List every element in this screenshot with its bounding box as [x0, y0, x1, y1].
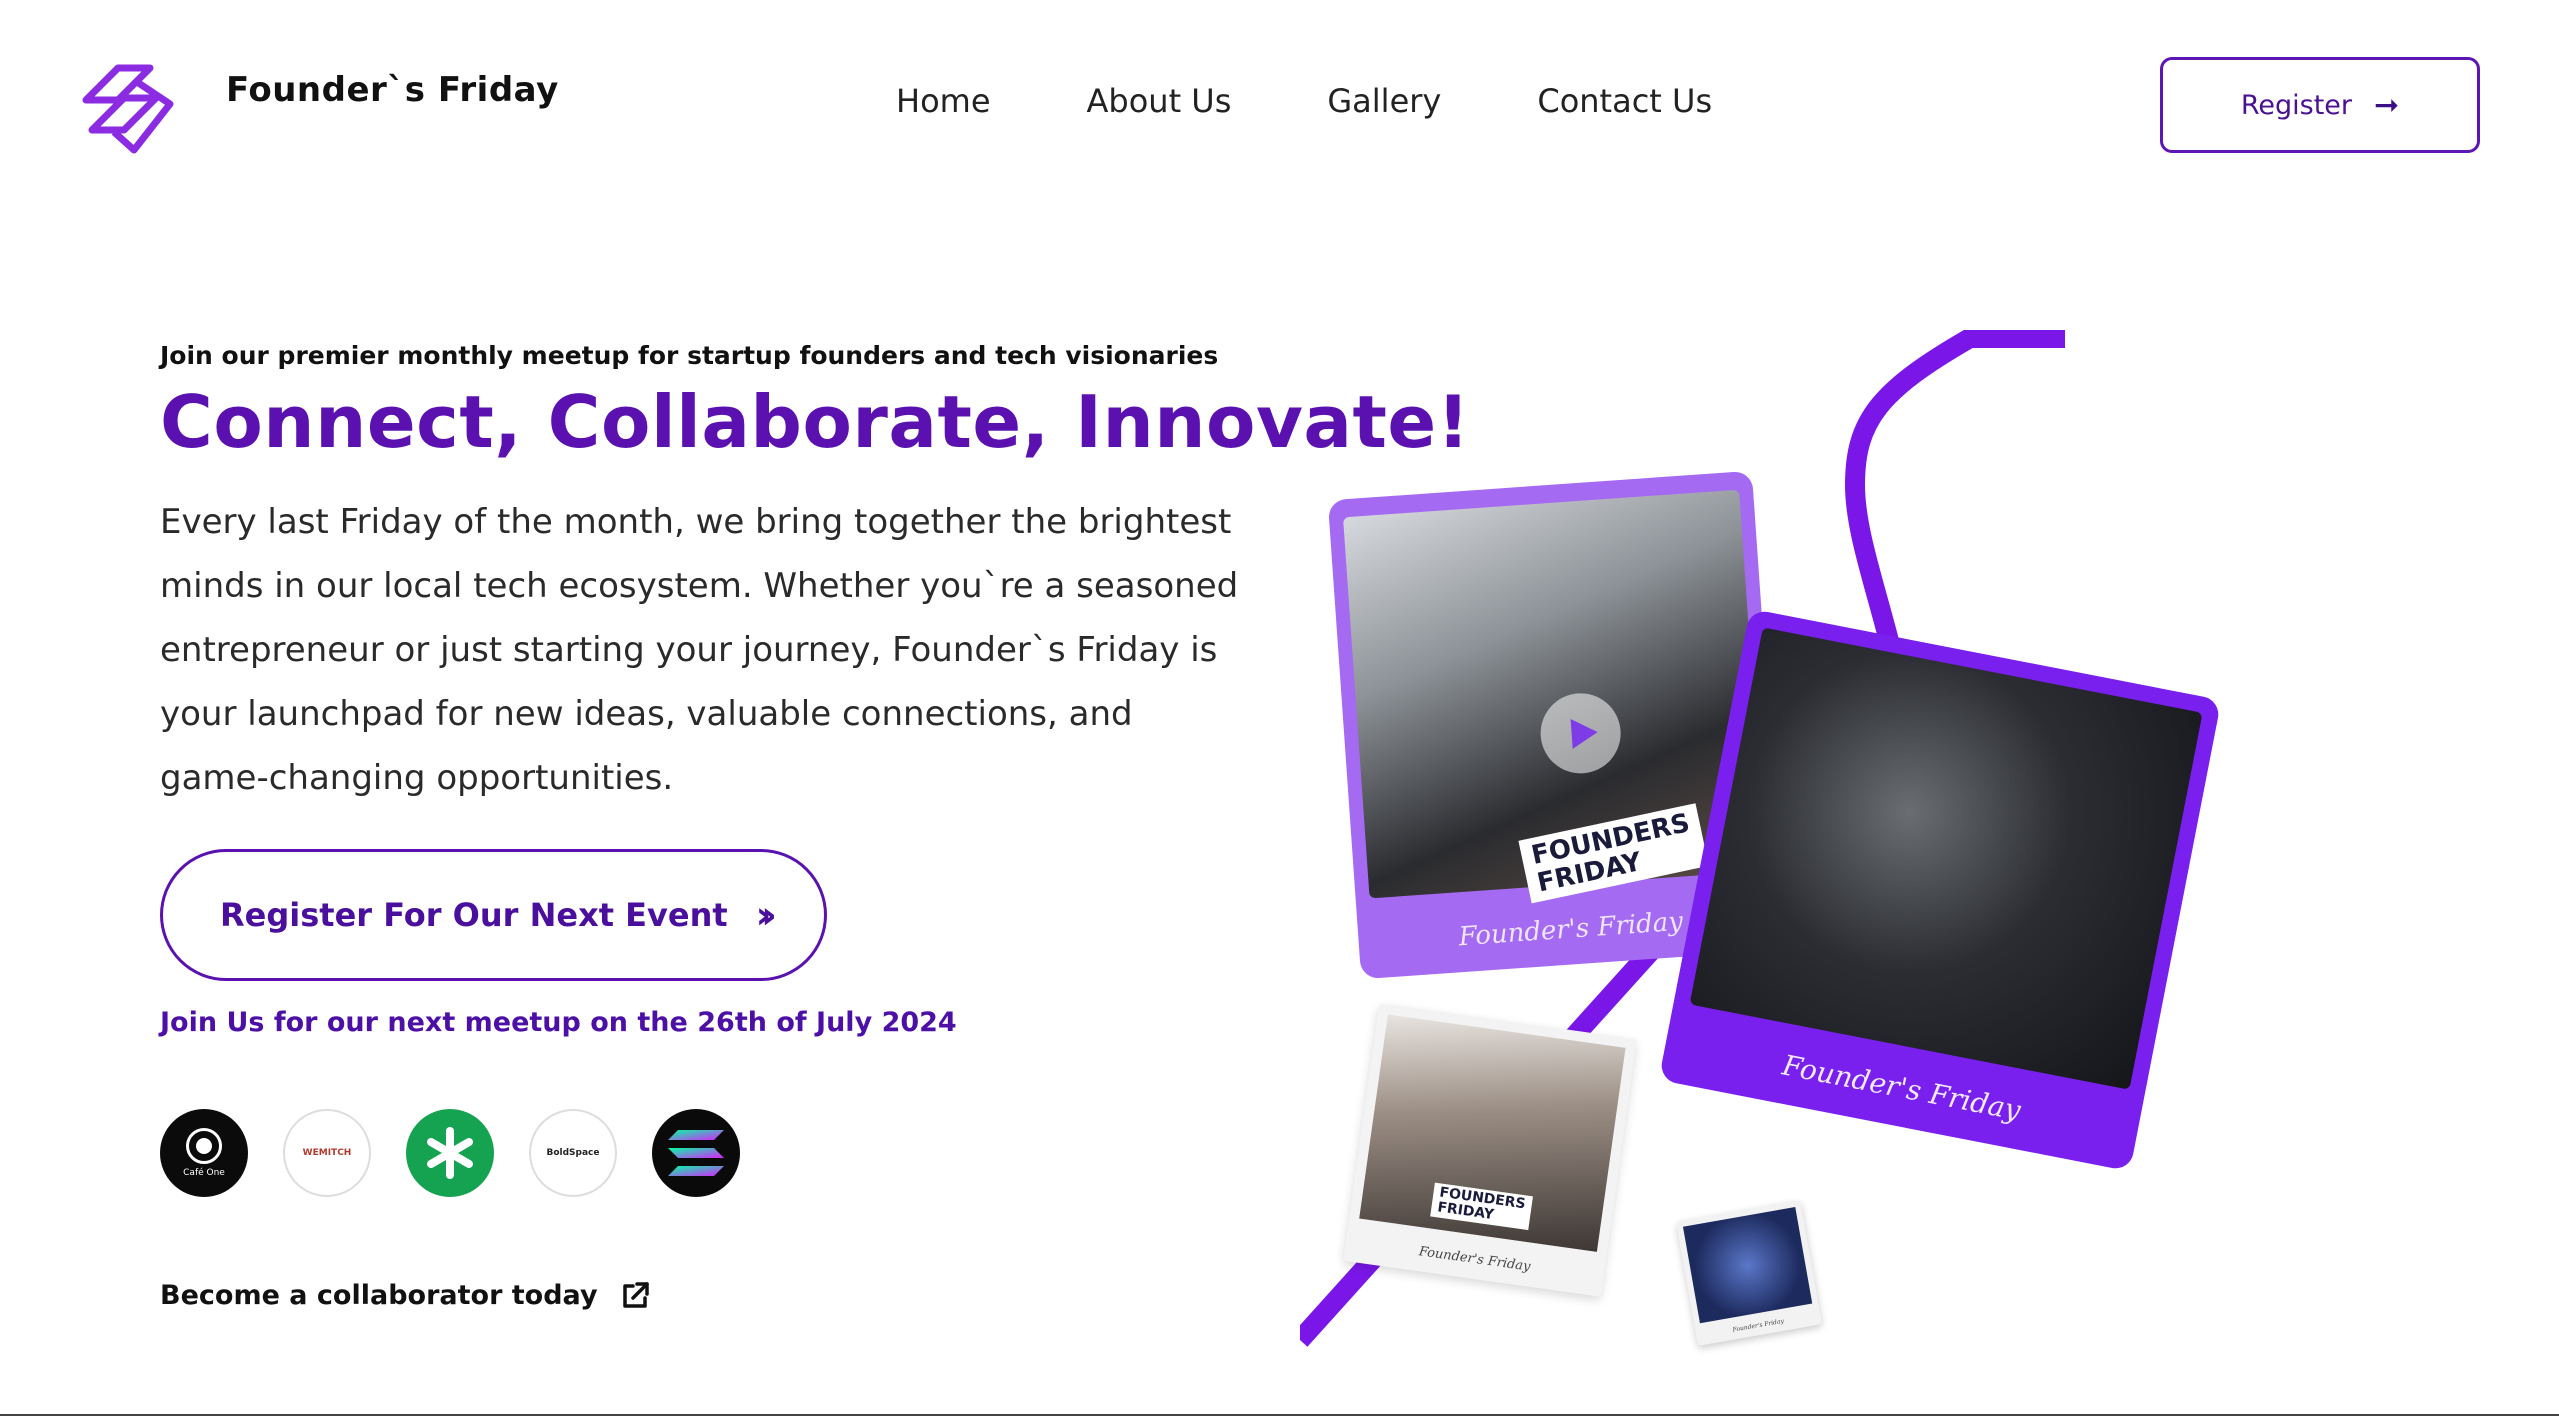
partner-logo-green-asterisk[interactable] — [406, 1109, 494, 1197]
venue-photo — [1682, 1206, 1813, 1324]
asterisk-icon — [427, 1127, 473, 1179]
double-chevron-right-icon: ›› — [755, 893, 778, 937]
gallery-photo-audience[interactable]: FOUNDERS FRIDAY Founder's Friday — [1343, 1003, 1637, 1297]
partner-logo-cafe-one[interactable]: Café One — [160, 1109, 248, 1197]
arrow-right-icon: ➞ — [2374, 87, 2400, 123]
partner-logo-boldspace[interactable]: BoldSpace — [529, 1109, 617, 1197]
group-photo — [1689, 627, 2203, 1090]
main-nav: Home About Us Gallery Contact Us — [896, 82, 1808, 120]
hero-headline: Connect, Collaborate, Innovate! — [160, 380, 1471, 464]
partner-logo-wemitch[interactable]: WEMITCH — [283, 1109, 371, 1197]
register-button[interactable]: Register ➞ — [2160, 57, 2480, 153]
gallery-photo-group[interactable]: Founder's Friday — [1658, 608, 2222, 1172]
partner-logo-solana[interactable] — [652, 1109, 740, 1197]
collab-label: Become a collaborator today — [160, 1280, 598, 1311]
founders-friday-logo[interactable] — [74, 52, 186, 158]
solana-icon — [668, 1130, 724, 1176]
external-link-icon — [622, 1281, 649, 1308]
nav-home[interactable]: Home — [896, 82, 991, 120]
next-meetup-date: Join Us for our next meetup on the 26th … — [160, 1007, 957, 1038]
partner-name: Café One — [183, 1168, 225, 1178]
gallery-collage: FOUNDERS FRIDAY Founder's Friday FOUNDER… — [1300, 330, 2222, 1390]
section-divider — [0, 1414, 2559, 1416]
nav-about-us[interactable]: About Us — [1087, 82, 1232, 120]
cafe-one-mark-icon — [186, 1128, 222, 1164]
become-collaborator-link[interactable]: Become a collaborator today — [160, 1280, 650, 1311]
brand-name[interactable]: Founder`s Friday — [226, 70, 559, 110]
partner-name: WEMITCH — [302, 1148, 352, 1158]
hero-eyebrow: Join our premier monthly meetup for star… — [160, 341, 1219, 370]
partner-logos: Café One WEMITCH BoldSpace — [160, 1109, 740, 1197]
gallery-photo-venue[interactable]: Founder's Friday — [1676, 1200, 1822, 1346]
nav-contact-us[interactable]: Contact Us — [1537, 82, 1712, 120]
partner-name: BoldSpace — [546, 1148, 600, 1158]
hero-description: Every last Friday of the month, we bring… — [160, 502, 1239, 798]
cta-label: Register For Our Next Event — [220, 896, 728, 934]
nav-gallery[interactable]: Gallery — [1327, 82, 1441, 120]
register-button-label: Register — [2240, 89, 2353, 121]
register-next-event-button[interactable]: Register For Our Next Event ›› — [160, 849, 827, 981]
